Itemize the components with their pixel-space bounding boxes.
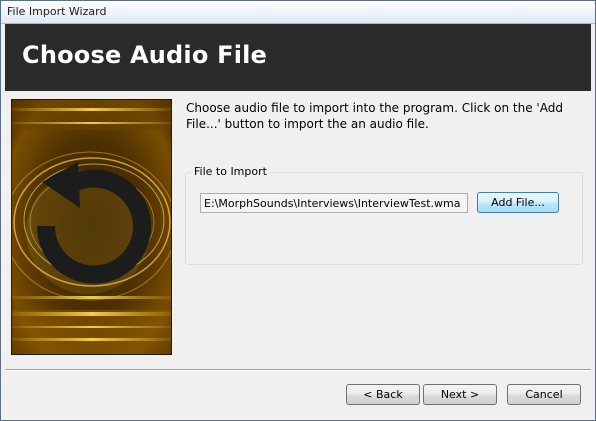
title-bar[interactable]: File Import Wizard [1,1,595,24]
file-path-field[interactable] [200,193,468,213]
wizard-window: File Import Wizard Choose Audio File Cho… [0,0,596,421]
instructions-text: Choose audio file to import into the pro… [186,101,563,131]
wizard-header: Choose Audio File [5,24,591,91]
window-title: File Import Wizard [7,5,107,18]
add-file-button[interactable]: Add File... [477,192,559,213]
side-image [11,99,172,355]
footer-separator [5,369,591,371]
page-title: Choose Audio File [22,41,268,69]
cancel-button[interactable]: Cancel [507,384,581,405]
file-to-import-label: File to Import [191,165,270,178]
wizard-body: Choose audio file to import into the pro… [5,92,591,368]
circular-arrow-icon [12,100,171,354]
file-to-import-group [185,172,583,265]
back-button[interactable]: < Back [346,384,420,405]
next-button[interactable]: Next > [423,384,497,405]
